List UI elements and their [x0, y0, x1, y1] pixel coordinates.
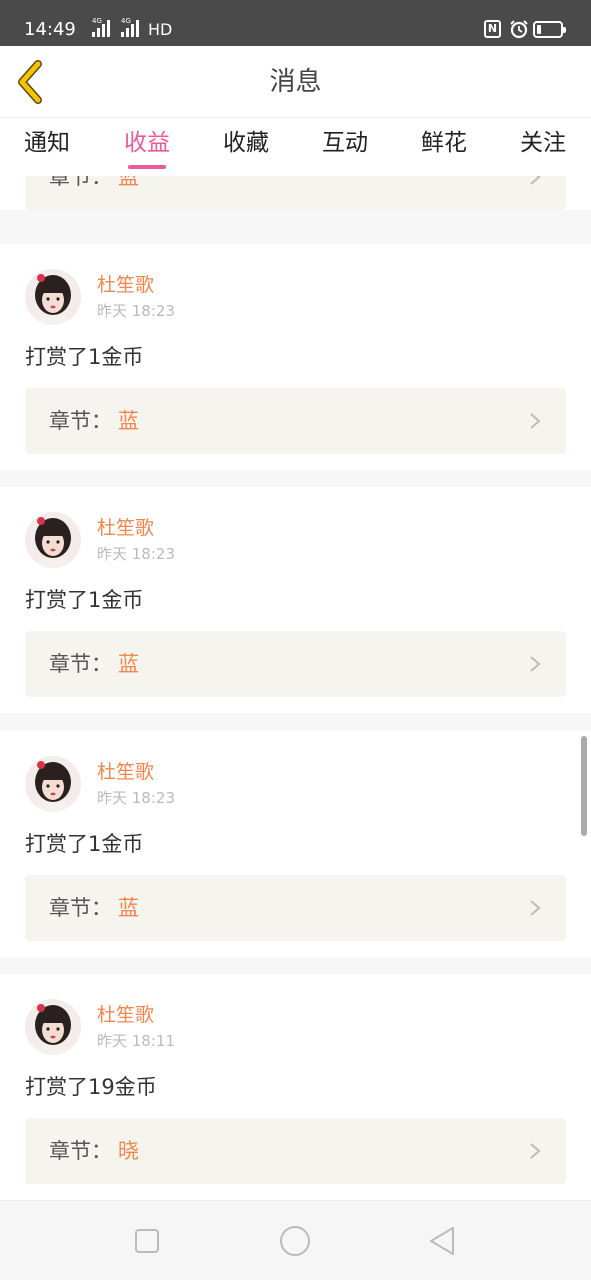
chapter-label: 章节：	[49, 176, 112, 189]
active-tab-indicator	[128, 165, 166, 169]
user-name[interactable]: 杜笙歌	[97, 516, 154, 540]
avatar[interactable]	[25, 269, 81, 325]
chapter-link[interactable]: 章节： 蓝	[25, 875, 566, 941]
chapter-value: 蓝	[118, 176, 139, 189]
chevron-right-icon	[530, 176, 541, 185]
chapter-value: 蓝	[118, 409, 139, 433]
signal-icon: 4G	[92, 17, 116, 37]
message-text: 打赏了1金币	[25, 832, 144, 856]
tab-notifications[interactable]: 通知	[7, 126, 87, 160]
message-time: 昨天 18:23	[97, 545, 175, 563]
message-text: 打赏了1金币	[25, 345, 144, 369]
user-name[interactable]: 杜笙歌	[97, 760, 154, 784]
avatar-image	[25, 512, 81, 568]
chevron-right-icon	[530, 1143, 541, 1159]
avatar-image	[25, 269, 81, 325]
message-card: 杜笙歌 昨天 18:23 打赏了1金币 章节： 蓝	[0, 244, 591, 470]
avatar[interactable]	[25, 999, 81, 1055]
chevron-right-icon	[530, 656, 541, 672]
chapter-label: 章节：	[49, 409, 112, 433]
signal-icon: 4G	[121, 17, 145, 37]
message-card: 杜笙歌 昨天 18:23 打赏了1金币 章节： 蓝	[0, 487, 591, 713]
chevron-right-icon	[530, 413, 541, 429]
system-nav-bar	[0, 1200, 591, 1280]
message-feed[interactable]: 章节： 蓝 杜笙歌 昨天 18:23 打赏了1金币 章节： 蓝 杜笙歌 昨天 1…	[0, 176, 591, 1200]
tab-earnings[interactable]: 收益	[107, 126, 187, 160]
status-time: 14:49	[24, 19, 76, 40]
tab-interactions[interactable]: 互动	[305, 126, 385, 160]
message-time: 昨天 18:23	[97, 302, 175, 320]
avatar-image	[25, 999, 81, 1055]
recent-apps-icon[interactable]	[131, 1225, 163, 1257]
nfc-icon: N	[484, 20, 501, 38]
message-time: 昨天 18:11	[97, 1032, 175, 1050]
chapter-value: 蓝	[118, 896, 139, 920]
chapter-value: 蓝	[118, 652, 139, 676]
tab-flowers[interactable]: 鲜花	[404, 126, 484, 160]
avatar-image	[25, 756, 81, 812]
home-icon[interactable]	[279, 1225, 311, 1257]
page-title: 消息	[269, 67, 322, 97]
hd-indicator: HD	[148, 20, 173, 39]
avatar[interactable]	[25, 756, 81, 812]
chapter-link[interactable]: 章节： 蓝	[25, 176, 566, 210]
message-card: 章节： 蓝	[0, 176, 591, 210]
tab-favorites[interactable]: 收藏	[206, 126, 286, 160]
chapter-link[interactable]: 章节： 晓	[25, 1118, 566, 1184]
message-card: 杜笙歌 昨天 18:11 打赏了19金币 章节： 晓	[0, 974, 591, 1200]
chapter-link[interactable]: 章节： 蓝	[25, 631, 566, 697]
message-text: 打赏了19金币	[25, 1075, 157, 1099]
chapter-label: 章节：	[49, 896, 112, 920]
chapter-value: 晓	[118, 1139, 139, 1163]
message-card: 杜笙歌 昨天 18:23 打赏了1金币 章节： 蓝	[0, 731, 591, 957]
chevron-right-icon	[530, 900, 541, 916]
chapter-label: 章节：	[49, 652, 112, 676]
user-name[interactable]: 杜笙歌	[97, 273, 154, 297]
back-icon[interactable]	[427, 1225, 459, 1257]
tab-bar: 通知 收益 收藏 互动 鲜花 关注	[0, 118, 591, 176]
scrollbar[interactable]	[581, 736, 587, 836]
message-time: 昨天 18:23	[97, 789, 175, 807]
user-name[interactable]: 杜笙歌	[97, 1003, 154, 1027]
tab-follows[interactable]: 关注	[503, 126, 583, 160]
avatar[interactable]	[25, 512, 81, 568]
alarm-icon	[510, 20, 528, 39]
chapter-label: 章节：	[49, 1139, 112, 1163]
message-text: 打赏了1金币	[25, 588, 144, 612]
battery-icon	[533, 21, 566, 38]
status-bar: 14:49 4G 4G HD N	[0, 0, 591, 46]
app-header: 消息	[0, 46, 591, 118]
chapter-link[interactable]: 章节： 蓝	[25, 388, 566, 454]
